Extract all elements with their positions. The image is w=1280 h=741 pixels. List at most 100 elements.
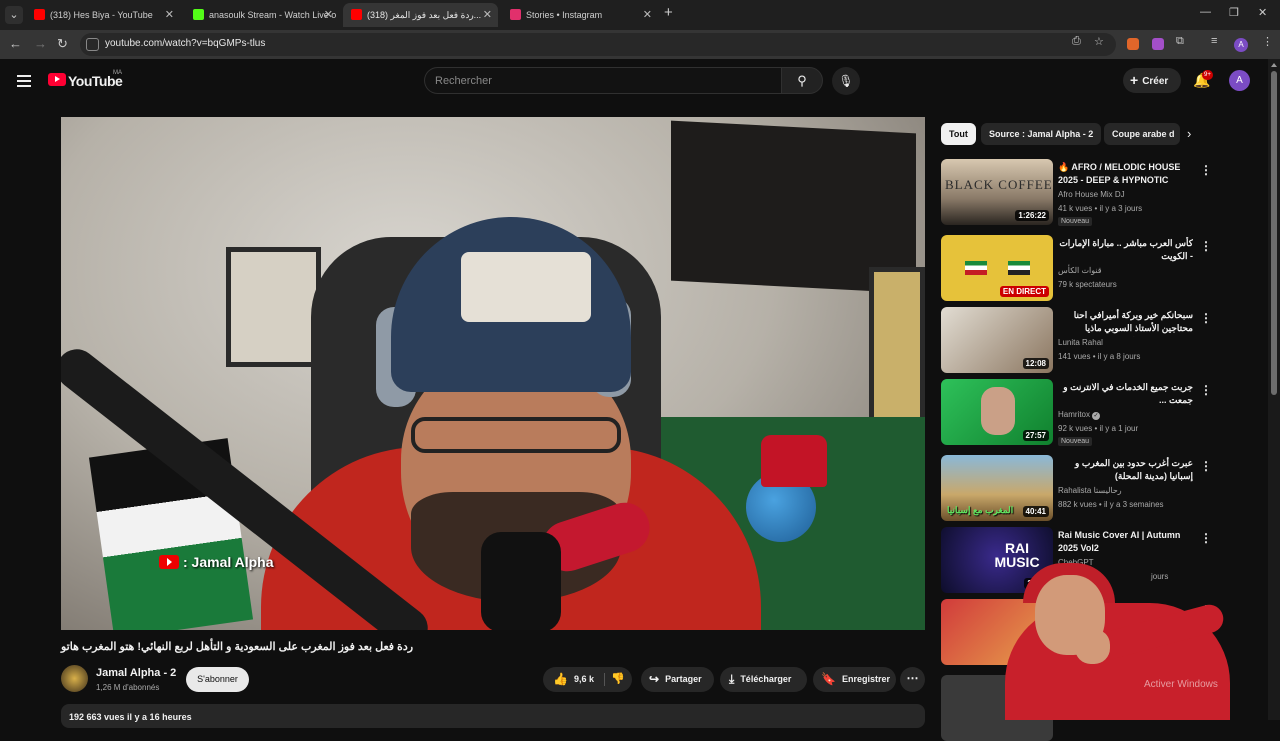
tab-hes-biya[interactable]: (318) Hes Biya - YouTube ✕ (26, 3, 180, 27)
recommendation-item[interactable]: المغرب مع إسبانيا 40:41 عبرت أغرب حدود ب… (941, 455, 1212, 521)
extension-shield-icon[interactable] (1152, 38, 1164, 50)
video-thumbnail[interactable]: 27:57 (941, 379, 1053, 445)
page-scrollbar[interactable] (1268, 59, 1280, 720)
recommendation-meta: 141 vues • il y a 8 jours (1058, 352, 1141, 361)
video-thumbnail[interactable]: EN DIRECT (941, 235, 1053, 301)
youtube-mini-icon (159, 555, 179, 569)
forward-icon[interactable]: → (34, 36, 47, 51)
minimize-icon[interactable]: — (1200, 6, 1211, 18)
views-and-date: 192 663 vues il y a 16 heures (69, 712, 192, 722)
recommendation-item[interactable]: EN DIRECT كأس العرب مباشر .. مباراة الإم… (941, 235, 1212, 301)
create-label: Créer (1142, 76, 1169, 87)
create-button[interactable]: + Créer (1123, 68, 1181, 93)
hamburger-menu-icon[interactable] (17, 75, 31, 87)
kebab-menu-icon[interactable]: ⋮ (1200, 383, 1212, 397)
tab-search-icon[interactable]: ⌄ (5, 6, 23, 24)
tab-close-icon[interactable]: ✕ (483, 3, 492, 27)
download-icon: ⤓ (729, 672, 735, 686)
recommendation-channel[interactable]: Lunita Rahal (1058, 338, 1103, 347)
tab-instagram[interactable]: Stories • Instagram ✕ (502, 3, 658, 27)
extension-fox-icon[interactable] (1127, 38, 1139, 50)
tab-title: Stories • Instagram (526, 10, 603, 20)
recommendation-channel[interactable]: Afro House Mix DJ (1058, 190, 1125, 199)
extensions-puzzle-icon[interactable]: ⧉ (1176, 35, 1184, 48)
back-icon[interactable]: ← (9, 36, 22, 51)
live-badge: EN DIRECT (999, 286, 1049, 297)
recommendation-channel[interactable]: Hamritox ✓ (1058, 410, 1101, 420)
webcam-hand (1075, 629, 1110, 664)
windows-activation-watermark: Activer Windows (1144, 679, 1218, 690)
chip-arab-cup[interactable]: Coupe arabe d (1104, 123, 1180, 145)
bookmark-star-icon[interactable]: ☆ (1094, 35, 1104, 48)
description-box[interactable]: 192 663 vues il y a 16 heures (61, 704, 925, 728)
recommendation-channel[interactable]: قنوات الكأس (1058, 266, 1102, 275)
window-close-icon[interactable]: ✕ (1258, 6, 1267, 19)
chip-all[interactable]: Tout (941, 123, 976, 145)
thumbs-down-icon[interactable]: 👎 (611, 672, 625, 685)
kick-favicon-icon (193, 9, 204, 21)
new-badge: Nouveau (1058, 217, 1093, 226)
video-thumbnail[interactable]: BLACK COFFEE 1:26:22 (941, 159, 1053, 225)
search-button[interactable]: ⚲ (781, 67, 823, 94)
verified-check-icon: ✓ (1092, 412, 1101, 420)
recommendation-title[interactable]: عبرت أغرب حدود بين المغرب و إسبانيا (مدي… (1058, 457, 1193, 483)
reading-list-icon[interactable]: ≡ (1211, 35, 1217, 47)
subscribe-button[interactable]: S'abonner (186, 667, 249, 692)
recommendation-title[interactable]: كأس العرب مباشر .. مباراة الإمارات - الك… (1058, 237, 1193, 263)
save-button[interactable]: 🔖 Enregistrer (813, 667, 896, 692)
recommendation-channel[interactable]: Rahalista رحاليستا (1058, 486, 1122, 495)
kebab-menu-icon[interactable]: ⋮ (1200, 163, 1212, 177)
new-tab-icon[interactable]: + (664, 4, 673, 21)
account-avatar[interactable]: A (1229, 70, 1250, 91)
uae-flag-icon (1008, 261, 1030, 275)
reload-icon[interactable]: ↻ (57, 36, 68, 52)
tab-anasoulk-stream[interactable]: anasoulk Stream - Watch Live o ✕ (185, 3, 339, 27)
address-bar[interactable]: youtube.com/watch?v=bqGMPs-tlus (80, 33, 1116, 56)
search-input[interactable]: Rechercher (424, 67, 781, 94)
like-count: 9,6 k (573, 674, 594, 684)
recommendation-item[interactable]: BLACK COFFEE 1:26:22 🔥 AFRO / MELODIC HO… (941, 159, 1212, 226)
kuwait-flag-icon (965, 261, 987, 275)
download-button[interactable]: ⤓ Télécharger (720, 667, 807, 692)
channel-avatar[interactable] (61, 665, 88, 692)
subscriber-count: 1,26 M d'abonnés (96, 683, 160, 692)
save-label: Enregistrer (841, 674, 890, 684)
chevron-right-icon[interactable]: › (1187, 126, 1191, 141)
video-thumbnail[interactable]: المغرب مع إسبانيا 40:41 (941, 455, 1053, 521)
search-icon: ⚲ (797, 73, 807, 88)
voice-search-mic-icon[interactable]: 🎙 (832, 67, 860, 95)
recommendation-item[interactable]: 12:08 سبحانكم خير وبركة أميرافي احنا محت… (941, 307, 1212, 373)
watermark-text: : Jamal Alpha (183, 554, 274, 570)
youtube-play-logo-icon (48, 72, 66, 86)
video-player[interactable]: : Jamal Alpha (61, 117, 925, 630)
recommendation-title[interactable]: Rai Music Cover AI | Autumn 2025 Vol2 (1058, 529, 1193, 555)
youtube-logo[interactable]: YouTube MA (48, 70, 123, 90)
site-info-icon[interactable] (86, 38, 99, 51)
video-frame-fez (761, 435, 827, 487)
youtube-masthead: YouTube MA Rechercher ⚲ 🎙 + Créer 🔔 9+ A (0, 59, 1268, 105)
browser-profile-avatar[interactable]: A (1234, 38, 1248, 52)
recommendation-title[interactable]: سبحانكم خير وبركة أميرافي احنا محتاجين ا… (1058, 309, 1193, 337)
install-app-icon[interactable]: ⎙ (1072, 35, 1081, 48)
restore-icon[interactable]: ❐ (1229, 6, 1239, 19)
recommendation-title[interactable]: جربت جميع الخدمات في الانترنت و جمعت ... (1058, 381, 1193, 407)
kebab-menu-icon[interactable]: ⋮ (1200, 311, 1212, 325)
scrollbar-thumb[interactable] (1271, 71, 1277, 395)
tab-close-icon[interactable]: ✕ (643, 3, 652, 27)
recommendation-item[interactable]: 27:57 جربت جميع الخدمات في الانترنت و جم… (941, 379, 1212, 446)
tab-current-video[interactable]: (318) ردة فعل بعد فوز المغر... ✕ (343, 3, 498, 27)
browser-menu-icon[interactable]: ⋮ (1262, 35, 1273, 48)
scroll-up-arrow-icon[interactable] (1271, 63, 1277, 67)
share-button[interactable]: ↪ Partager (641, 667, 714, 692)
tab-close-icon[interactable]: ✕ (165, 3, 174, 27)
tab-close-icon[interactable]: ✕ (324, 3, 333, 27)
kebab-menu-icon[interactable]: ⋮ (1200, 459, 1212, 473)
video-thumbnail[interactable]: 12:08 (941, 307, 1053, 373)
more-actions-icon[interactable]: ⋯ (900, 667, 925, 692)
channel-name[interactable]: Jamal Alpha - 2 (96, 667, 176, 679)
chip-source-channel[interactable]: Source : Jamal Alpha - 2 (981, 123, 1102, 145)
recommendation-title[interactable]: 🔥 AFRO / MELODIC HOUSE 2025 - DEEP & HYP… (1058, 161, 1193, 189)
kebab-menu-icon[interactable]: ⋮ (1200, 531, 1212, 545)
youtube-favicon-icon (351, 9, 362, 21)
kebab-menu-icon[interactable]: ⋮ (1200, 239, 1212, 253)
